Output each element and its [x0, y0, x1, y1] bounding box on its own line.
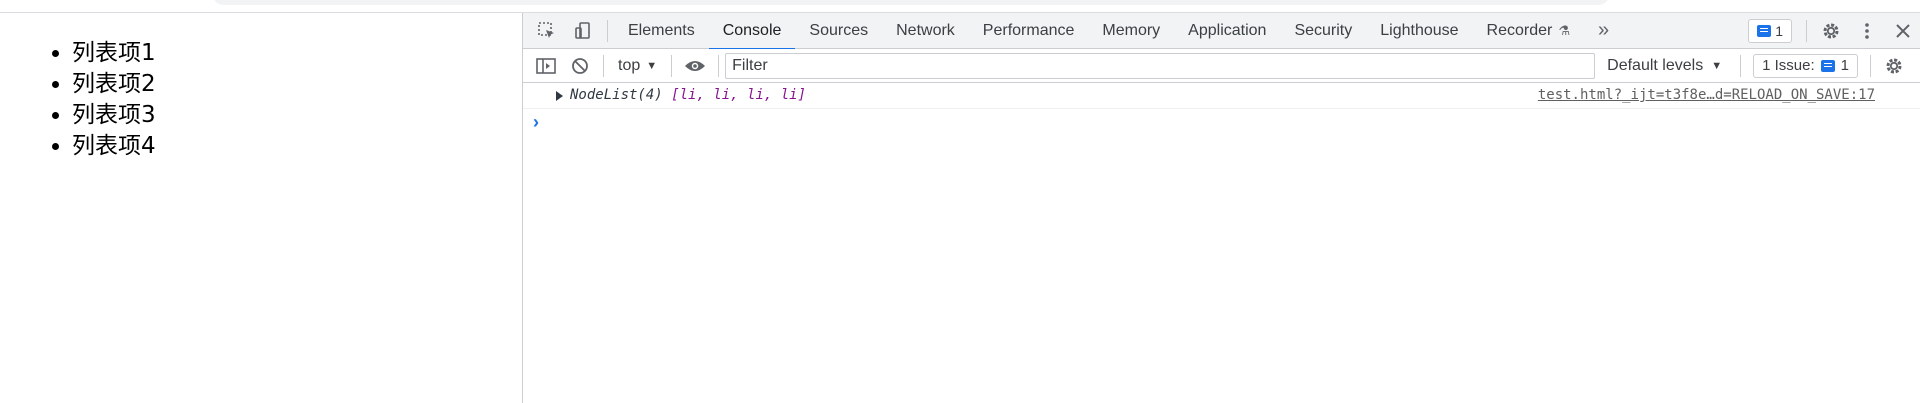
toolbar-divider [1740, 54, 1742, 77]
issue-message-icon [1820, 59, 1835, 72]
close-icon[interactable] [1885, 13, 1920, 49]
address-bar-edge [212, 0, 1610, 5]
expand-triangle-icon[interactable] [556, 91, 563, 101]
console-prompt[interactable]: › [523, 109, 1920, 135]
list-item: 列表项1 [72, 38, 156, 69]
context-selector[interactable]: top ▼ [610, 49, 665, 83]
tab-application[interactable]: Application [1174, 13, 1280, 49]
tab-performance[interactable]: Performance [969, 13, 1089, 49]
tab-network[interactable]: Network [882, 13, 969, 49]
devtools-tabbar: Elements Console Sources Network Perform… [523, 13, 1920, 50]
devtools-tabs: Elements Console Sources Network Perform… [614, 13, 1623, 50]
list-item: 列表项3 [72, 100, 156, 131]
devtools-panel: Elements Console Sources Network Perform… [522, 13, 1920, 403]
toolbar-divider [603, 54, 604, 77]
console-filter-input[interactable] [725, 52, 1596, 79]
browser-chrome-strip [0, 0, 1920, 13]
devtools-toolbar-right: 1 [1748, 13, 1920, 49]
kebab-menu-icon[interactable] [1849, 13, 1885, 49]
log-source-link[interactable]: test.html?_ijt=t3f8e…d=RELOAD_ON_SAVE:17 [1538, 87, 1875, 103]
toolbar-divider [1869, 54, 1871, 77]
console-output: NodeList(4) [li, li, li, li] test.html?_… [523, 83, 1920, 135]
issue-message-icon [1757, 25, 1772, 37]
more-tabs-button[interactable]: » [1584, 13, 1623, 49]
issues-counter-button[interactable]: 1 [1748, 19, 1792, 43]
tab-sources[interactable]: Sources [795, 13, 882, 49]
prompt-chevron-icon: › [533, 112, 539, 132]
live-expression-eye-icon[interactable] [678, 49, 712, 83]
list-item: 列表项2 [72, 69, 156, 100]
tab-recorder[interactable]: Recorder ⚗ [1473, 13, 1584, 49]
flask-icon: ⚗ [1558, 22, 1571, 38]
clear-console-icon[interactable] [563, 49, 597, 83]
log-message: NodeList(4) [li, li, li, li] [570, 87, 807, 103]
sidebar-toggle-icon[interactable] [529, 49, 563, 83]
settings-gear-icon[interactable] [1813, 13, 1849, 49]
console-toolbar: top ▼ Default levels ▼ 1 Issue: 1 [523, 49, 1920, 83]
toolbar-divider [718, 54, 720, 77]
issues-button[interactable]: 1 Issue: 1 [1753, 53, 1858, 78]
list-item: 列表项4 [72, 131, 156, 162]
dropdown-arrow-icon: ▼ [1711, 59, 1723, 72]
console-settings-gear-icon[interactable] [1877, 49, 1911, 83]
tab-lighthouse[interactable]: Lighthouse [1366, 13, 1472, 49]
inspect-element-icon[interactable] [529, 13, 565, 49]
toolbar-divider [1806, 20, 1807, 42]
tab-security[interactable]: Security [1280, 13, 1366, 49]
device-toolbar-icon[interactable] [565, 13, 601, 49]
tab-elements[interactable]: Elements [614, 13, 709, 49]
tab-memory[interactable]: Memory [1088, 13, 1174, 49]
tab-console[interactable]: Console [708, 13, 796, 50]
toolbar-divider [671, 54, 673, 77]
log-levels-dropdown[interactable]: Default levels ▼ [1595, 49, 1734, 83]
dropdown-arrow-icon: ▼ [646, 59, 658, 72]
page-list: 列表项1 列表项2 列表项3 列表项4 [72, 38, 156, 162]
toolbar-divider [607, 19, 608, 42]
console-log-row[interactable]: NodeList(4) [li, li, li, li] test.html?_… [523, 83, 1920, 109]
